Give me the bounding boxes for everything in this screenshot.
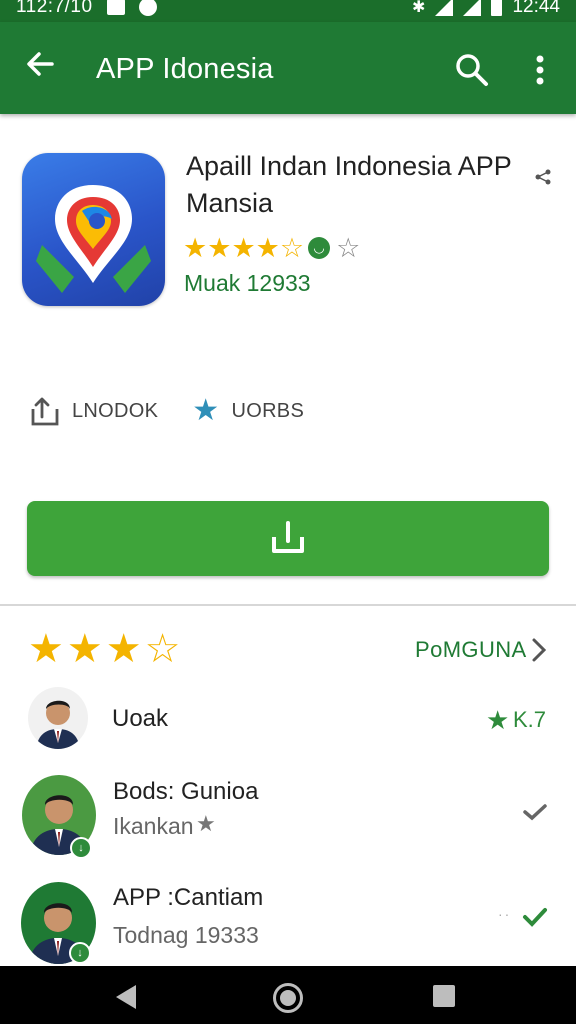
user-name: APP :Cantiam [113, 884, 264, 911]
verified-badge-icon: ◡ [308, 237, 331, 259]
navigation-bar [0, 966, 576, 1024]
user-name: Uoak [112, 705, 169, 732]
divider [0, 604, 576, 606]
notification-icon [107, 0, 125, 15]
developer-line[interactable]: Muak 12933 [184, 270, 311, 297]
check-icon[interactable] [522, 907, 548, 927]
user-score: K.7 [513, 707, 547, 732]
check-icon[interactable] [522, 803, 548, 821]
status-bar: 112:7/10 ✱ 12:44 [0, 0, 576, 22]
star-icon: ★ [28, 627, 64, 671]
sync-icon [139, 0, 157, 16]
map-pin-logo-icon [36, 185, 151, 293]
check-badge-icon: ↓ [69, 942, 91, 964]
star-outline-icon[interactable]: ☆ [336, 233, 360, 263]
star-outline-icon: ☆ [279, 233, 305, 263]
nav-back-icon[interactable] [116, 985, 136, 1009]
app-icon [22, 153, 165, 306]
search-icon[interactable] [454, 52, 490, 88]
action-row: LNODOK ★ UORBS [30, 395, 304, 427]
status-clock: 12:44 [512, 0, 560, 17]
app-title: Apaill Indan Indonesia APP Mansia [186, 151, 512, 218]
check-badge-icon: ↓ [70, 837, 92, 859]
status-time: 112:7/10 [16, 0, 93, 17]
user-subtitle: Ikankan [113, 813, 194, 839]
star-half-icon: ☆ [144, 627, 181, 671]
nav-home-icon[interactable] [273, 983, 303, 1013]
share-action-label: LNODOK [72, 399, 159, 422]
list-item[interactable]: ↓ Bods: Gunioa Ikankan ★ [0, 775, 576, 860]
share-action[interactable]: LNODOK [30, 395, 158, 427]
battery-icon [491, 0, 503, 16]
chevron-right-icon[interactable] [531, 637, 547, 663]
star-icon: ★ [183, 233, 208, 263]
wishlist-action-label: UORBS [231, 399, 305, 422]
star-icon: ★ [105, 627, 142, 671]
list-item[interactable]: ↓ APP :Cantiam Todnag 19333 ·· [0, 880, 576, 965]
star-icon: ★ [192, 394, 220, 427]
star-icon: ★ [207, 233, 232, 263]
ellipsis-icon: ·· [498, 906, 512, 922]
share-icon[interactable] [534, 168, 552, 186]
list-item[interactable]: Uoak ★ K.7 [0, 685, 576, 755]
user-name: Bods: Gunioa [113, 778, 259, 805]
share-icon [31, 397, 59, 426]
star-icon: ★ [66, 627, 103, 671]
cell-signal-icon [463, 0, 482, 16]
app-bar: APP Idonesia [0, 22, 576, 114]
wifi-signal-icon [435, 0, 454, 16]
reviews-link[interactable]: PoMGUNA [415, 637, 527, 663]
star-icon: ★ [486, 705, 510, 735]
more-vert-icon[interactable] [528, 52, 552, 88]
download-icon [272, 521, 304, 553]
wishlist-action[interactable]: ★ UORBS [192, 396, 304, 426]
install-button[interactable] [27, 501, 549, 576]
app-rating: ★ ★ ★ ★ ☆ ◡ ☆ [183, 233, 360, 263]
star-icon: ★ [255, 233, 280, 263]
bluetooth-icon: ✱ [412, 0, 426, 16]
back-arrow-icon[interactable] [20, 44, 60, 84]
ratings-summary-stars: ★ ★ ★ ☆ [28, 628, 183, 670]
star-outline-icon: ★ [196, 811, 216, 836]
star-icon: ★ [231, 233, 256, 263]
nav-recents-icon[interactable] [433, 985, 455, 1007]
user-subtitle: Todnag 19333 [113, 922, 259, 948]
avatar [28, 687, 88, 749]
app-bar-title: APP Idonesia [96, 53, 274, 85]
